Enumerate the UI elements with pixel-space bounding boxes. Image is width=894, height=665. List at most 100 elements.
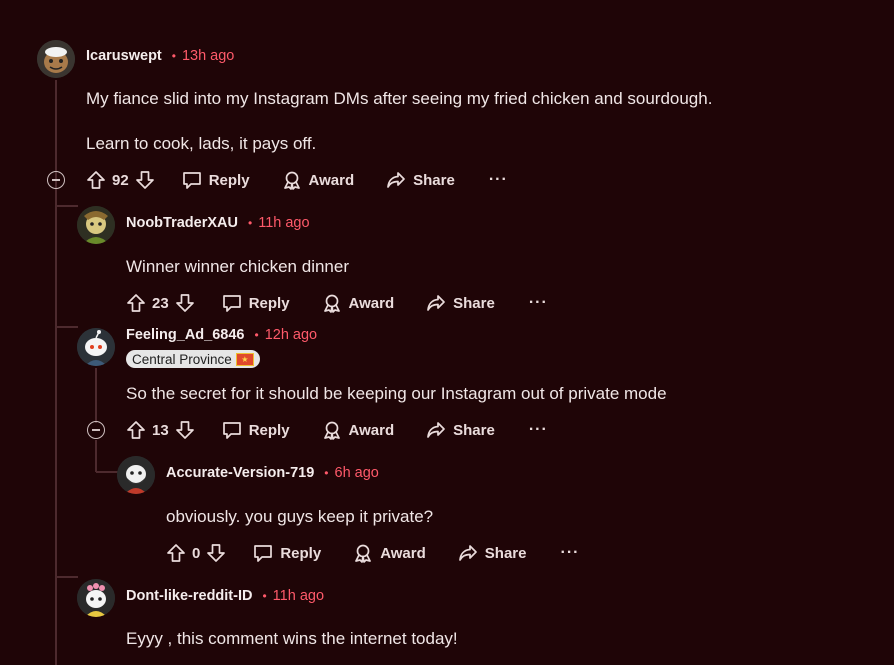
- collapse-button[interactable]: [87, 421, 105, 439]
- share-label: Share: [484, 544, 527, 562]
- timestamp[interactable]: 6h ago: [335, 465, 379, 481]
- more-options-button[interactable]: ···: [529, 294, 548, 312]
- avatar[interactable]: [77, 579, 115, 617]
- downvote-icon: [135, 171, 154, 189]
- comment-actions: 0 Reply Award Share ···: [166, 542, 579, 564]
- collapse-button[interactable]: [47, 171, 65, 189]
- upvote-icon: [167, 544, 185, 562]
- separator-dot: •: [171, 49, 176, 63]
- award-button[interactable]: Award: [353, 543, 426, 563]
- reply-label: Reply: [248, 421, 290, 439]
- timestamp[interactable]: 11h ago: [273, 588, 324, 604]
- award-button[interactable]: Award: [322, 420, 395, 440]
- comment-header: NoobTraderXAU • 11h ago: [126, 215, 310, 231]
- comment-icon: [222, 295, 241, 312]
- downvote-button[interactable]: [175, 420, 195, 440]
- username[interactable]: Dont-like-reddit-ID: [126, 588, 252, 604]
- comment-body-line: Eyyy , this comment wins the internet to…: [126, 629, 458, 648]
- comment-body-line: Winner winner chicken dinner: [126, 257, 349, 276]
- vote-count: 13: [152, 421, 169, 439]
- upvote-icon: [87, 171, 105, 189]
- thread-line-connector: [56, 205, 78, 207]
- reply-label: Reply: [248, 294, 290, 312]
- comment-actions: 92 Reply Award Share ···: [86, 169, 508, 191]
- award-label: Award: [348, 421, 395, 439]
- separator-dot: •: [324, 466, 329, 480]
- separator-dot: •: [262, 589, 267, 603]
- comment-body-line: So the secret for it should be keeping o…: [126, 384, 667, 403]
- share-icon: [427, 422, 445, 438]
- award-icon: [323, 421, 340, 440]
- user-flair: Central Province ★: [126, 350, 260, 368]
- more-options-button[interactable]: ···: [560, 544, 579, 562]
- downvote-icon: [175, 421, 194, 439]
- upvote-icon: [127, 421, 145, 439]
- separator-dot: •: [248, 216, 253, 230]
- comment-actions: 23 Reply Award Share ···: [126, 292, 548, 314]
- upvote-button[interactable]: [126, 293, 146, 313]
- thread-line-connector: [56, 576, 78, 578]
- award-button[interactable]: Award: [282, 170, 354, 190]
- thread-line[interactable]: [95, 368, 97, 423]
- avatar[interactable]: [37, 40, 75, 78]
- award-icon: [355, 544, 372, 563]
- comment-body-line: My fiance slid into my Instagram DMs aft…: [86, 89, 713, 108]
- username[interactable]: Accurate-Version-719: [166, 465, 314, 481]
- award-icon: [283, 171, 300, 190]
- thread-line[interactable]: [95, 440, 97, 472]
- avatar-icon: [37, 40, 75, 78]
- avatar-icon: [77, 579, 115, 617]
- reply-button[interactable]: Reply: [222, 293, 290, 313]
- downvote-button[interactable]: [175, 293, 195, 313]
- more-options-button[interactable]: ···: [489, 171, 508, 189]
- timestamp[interactable]: 13h ago: [182, 48, 234, 64]
- avatar[interactable]: [117, 456, 155, 494]
- award-label: Award: [380, 544, 426, 562]
- username[interactable]: Feeling_Ad_6846: [126, 327, 244, 343]
- more-options-button[interactable]: ···: [529, 421, 548, 439]
- username[interactable]: Icaruswept: [86, 48, 162, 64]
- comment-header: Icaruswept • 13h ago: [86, 48, 234, 64]
- upvote-button[interactable]: [166, 543, 186, 563]
- timestamp[interactable]: 12h ago: [265, 327, 317, 343]
- downvote-button[interactable]: [206, 543, 226, 563]
- thread-line-connector: [56, 326, 78, 328]
- username[interactable]: NoobTraderXAU: [126, 215, 238, 231]
- flag-icon: ★: [235, 352, 254, 366]
- share-icon: [387, 172, 405, 188]
- avatar-icon: [77, 206, 115, 244]
- share-label: Share: [453, 421, 495, 439]
- downvote-button[interactable]: [135, 170, 155, 190]
- reply-button[interactable]: Reply: [222, 420, 290, 440]
- vote-count: 0: [192, 544, 201, 562]
- comment-header: Feeling_Ad_6846 • 12h ago: [126, 327, 317, 343]
- comment-icon: [254, 545, 273, 562]
- share-button[interactable]: Share: [426, 420, 495, 440]
- award-button[interactable]: Award: [322, 293, 394, 313]
- reply-button[interactable]: Reply: [182, 170, 250, 190]
- share-button[interactable]: Share: [426, 293, 495, 313]
- thread-line-connector: [96, 471, 118, 473]
- share-icon: [458, 545, 477, 561]
- comment-body-line: obviously. you guys keep it private?: [166, 507, 434, 526]
- avatar[interactable]: [77, 206, 115, 244]
- comment-body-line: Learn to cook, lads, it pays off.: [86, 134, 317, 153]
- vote-count: 92: [112, 171, 129, 189]
- upvote-button[interactable]: [86, 170, 106, 190]
- comment-icon: [182, 172, 201, 189]
- upvote-button[interactable]: [126, 420, 146, 440]
- share-label: Share: [453, 294, 495, 312]
- comment-header: Accurate-Version-719 • 6h ago: [166, 465, 379, 481]
- downvote-icon: [207, 544, 226, 562]
- avatar-icon: [77, 328, 115, 366]
- avatar[interactable]: [77, 328, 115, 366]
- upvote-icon: [127, 294, 145, 312]
- timestamp[interactable]: 11h ago: [258, 215, 309, 231]
- flair-label: Central Province: [132, 351, 232, 367]
- share-button[interactable]: Share: [458, 543, 527, 563]
- comment-actions: 13 Reply Award Share ···: [126, 419, 548, 441]
- downvote-icon: [175, 294, 194, 312]
- share-button[interactable]: Share: [386, 170, 455, 190]
- reply-button[interactable]: Reply: [253, 543, 321, 563]
- award-icon: [323, 294, 340, 313]
